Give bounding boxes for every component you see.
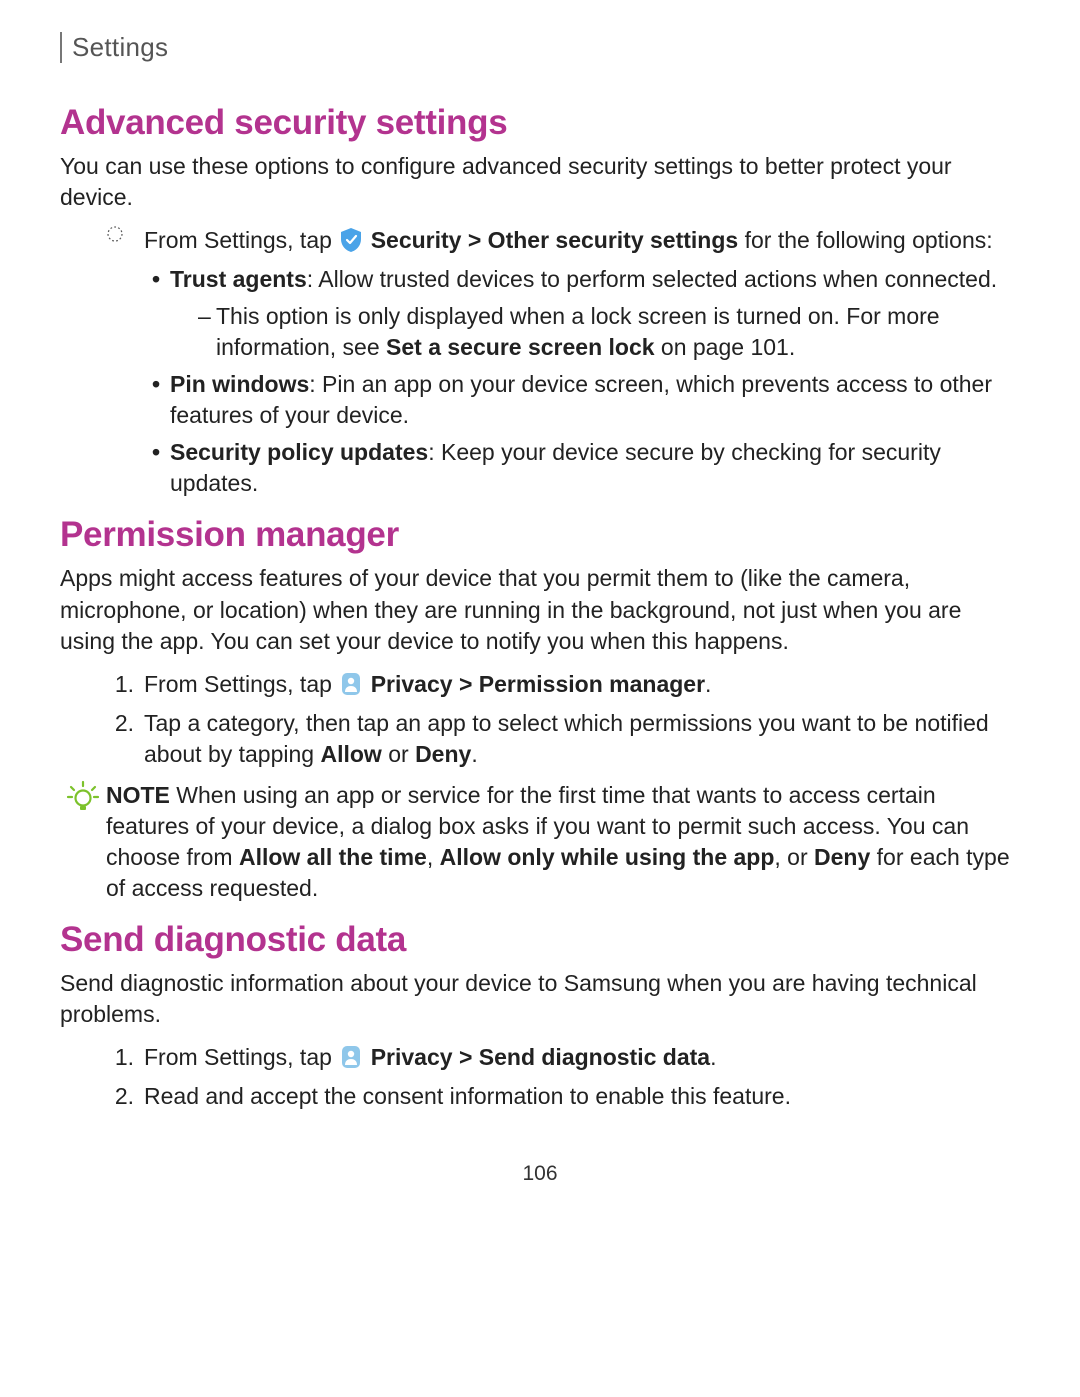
sec1-bullet-policy-updates: • Security policy updates: Keep your dev… [60,437,1020,499]
sec3-step2: 2. Read and accept the consent informati… [60,1081,1020,1112]
sec2-note: NOTE When using an app or service for th… [60,780,1020,904]
sec1-bullet-pin-windows: • Pin windows: Pin an app on your device… [60,369,1020,431]
page-number: 106 [60,1162,1020,1186]
heading-advanced-security: Advanced security settings [60,103,1020,143]
heading-send-diagnostic: Send diagnostic data [60,920,1020,960]
manual-page: Settings Advanced security settings You … [0,0,1080,1226]
privacy-icon [338,671,364,697]
cross-ref-lock-screen[interactable]: Set a secure screen lock [386,334,655,360]
breadcrumb-wrap: Settings [60,32,1020,63]
breadcrumb: Settings [72,32,168,62]
sec1-intro: You can use these options to configure a… [60,151,1020,213]
tip-bulb-icon [60,780,106,814]
sec2-step2: 2. Tap a category, then tap an app to se… [60,708,1020,770]
heading-permission-manager: Permission manager [60,515,1020,555]
shield-icon [338,227,364,253]
sec3-step1: 1. From Settings, tap Privacy > Send dia… [60,1042,1020,1073]
sec1-trust-agents-sub: – This option is only displayed when a l… [60,301,1020,363]
dotted-circle-icon [106,225,144,243]
sec2-intro: Apps might access features of your devic… [60,563,1020,656]
privacy-icon [338,1044,364,1070]
sec2-step1: 1. From Settings, tap Privacy > Permissi… [60,669,1020,700]
sec1-bullet-trust-agents: • Trust agents: Allow trusted devices to… [60,264,1020,295]
sec3-intro: Send diagnostic information about your d… [60,968,1020,1030]
sec1-lead: From Settings, tap Security > Other secu… [60,225,1020,256]
